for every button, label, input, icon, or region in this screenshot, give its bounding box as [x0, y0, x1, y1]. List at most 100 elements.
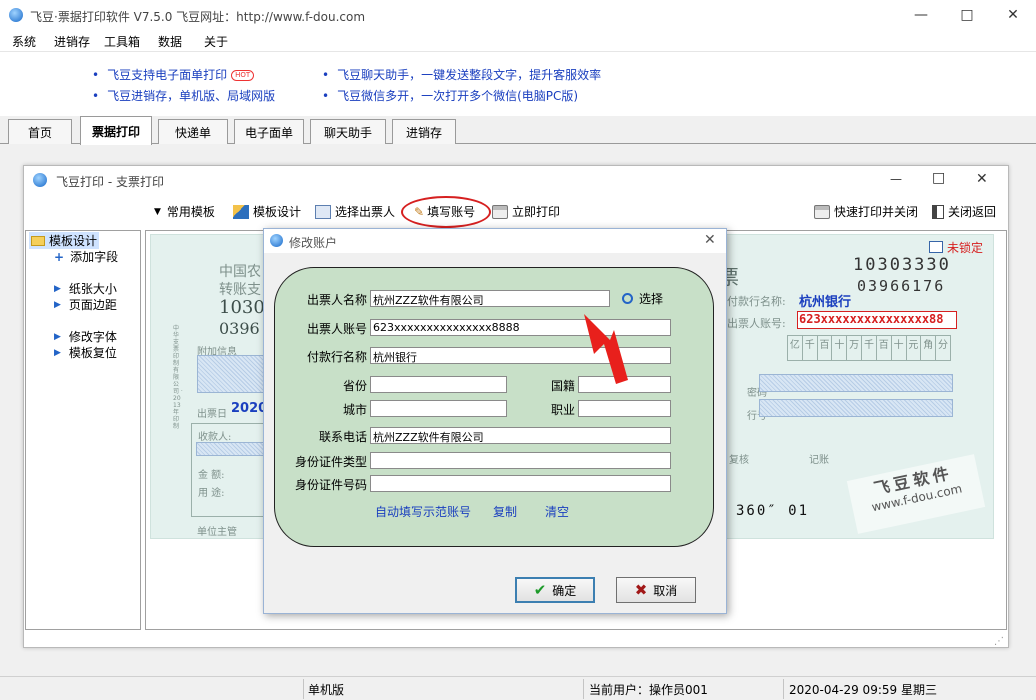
child-minimize-icon[interactable]: — [890, 172, 902, 186]
id-type-input[interactable] [370, 452, 671, 469]
digit-cell: 亿 [788, 336, 803, 360]
city-label: 城市 [342, 403, 367, 417]
app-title: 飞豆·票据打印软件 V7.5.0 飞豆网址：http://www.f-dou.c… [30, 10, 366, 24]
tab-inventory[interactable]: 进销存 [392, 119, 456, 144]
drawer-name-label: 出票人名称 [306, 293, 367, 307]
menu-bar: 系统 进销存 工具箱 数据 关于 [0, 30, 1036, 52]
bank-name-text: 中国农 [219, 264, 261, 280]
cheque-code-right: 03966176 [857, 277, 946, 295]
menu-inventory[interactable]: 进销存 [54, 33, 90, 50]
close-icon[interactable]: ✕ [990, 0, 1036, 30]
common-template-button[interactable]: ▼ 常用模板 [154, 203, 215, 220]
bank-row-box [759, 399, 953, 417]
exit-icon [932, 204, 944, 219]
lock-status[interactable]: 未锁定 [947, 239, 983, 256]
edit-account-dialog: 修改账户 ✕ 出票人名称 杭州ZZZ软件有限公司 选择 出票人账号 623xxx… [263, 228, 727, 614]
resize-grip-icon[interactable]: ⋰ [994, 636, 1004, 647]
menu-toolbox[interactable]: 工具箱 [104, 33, 140, 50]
toolbar: ▼ 常用模板 模板设计 选择出票人 ✎ 填写账号 立即打印 快速打印并关闭 关闭返回 [24, 194, 1008, 228]
tree-item-font[interactable]: ▶ 修改字体 [54, 328, 117, 345]
printer-side-text: 中华支票印制有限公司 · 2013年印制 [173, 325, 183, 430]
quick-print-close-button[interactable]: 快速打印并关闭 [814, 203, 918, 220]
close-return-button[interactable]: 关闭返回 [932, 203, 996, 220]
tree-item-margins[interactable]: ▶ 页面边距 [54, 296, 117, 313]
status-bar: 单机版 当前用户：操作员001 2020-04-29 09:59 星期三 [0, 676, 1036, 700]
promo-link-inventory[interactable]: 飞豆进销存，单机版、局域网版 [92, 87, 275, 104]
digit-cell: 万 [847, 336, 863, 360]
template-design-button[interactable]: 模板设计 [233, 203, 301, 220]
dialog-titlebar: 修改账户 ✕ [264, 229, 726, 253]
dialog-close-icon[interactable]: ✕ [704, 232, 716, 248]
drawer-account-label: 出票人账号: [727, 317, 786, 330]
tree-item-reset[interactable]: ▶ 模板复位 [54, 344, 117, 361]
hot-badge: HOT [231, 70, 255, 81]
payee-label: 收款人: [198, 432, 232, 443]
highlight-ellipse [401, 196, 491, 228]
child-close-icon[interactable]: ✕ [976, 171, 988, 187]
select-drawer-button[interactable]: 选择出票人 [315, 203, 395, 220]
tree-item-add-field[interactable]: + 添加字段 [54, 248, 118, 265]
menu-system[interactable]: 系统 [12, 33, 36, 50]
id-number-input[interactable] [370, 475, 671, 492]
attach-info-box [197, 355, 271, 393]
printer-icon [814, 204, 830, 219]
payer-bank-value: 杭州银行 [799, 295, 852, 310]
status-user: 当前用户：操作员001 [589, 683, 708, 697]
tab-ewaybill[interactable]: 电子面单 [234, 119, 304, 144]
tab-express[interactable]: 快递单 [158, 119, 228, 144]
child-maximize-icon[interactable]: □ [932, 170, 945, 186]
digit-cell: 百 [877, 336, 892, 360]
annotation-arrow-icon [584, 314, 628, 384]
tab-cheque-print[interactable]: 票据打印 [80, 116, 152, 145]
payee-box [196, 442, 268, 456]
province-label: 省份 [342, 379, 367, 393]
password-box [759, 374, 953, 392]
drawer-account-value[interactable]: 623xxxxxxxxxxxxxxx88 [797, 311, 957, 329]
search-icon [622, 293, 633, 304]
payer-bank-label: 付款行名称: [727, 295, 786, 308]
minimize-icon[interactable]: — [898, 0, 944, 30]
digit-cell: 千 [803, 336, 818, 360]
digit-cell: 角 [921, 336, 937, 360]
clear-link[interactable]: 清空 [545, 503, 569, 520]
occupation-input[interactable] [578, 400, 671, 417]
promo-link-waybill[interactable]: 飞豆支持电子面单打印HOT [92, 66, 255, 83]
promo-link-chat[interactable]: 飞豆聊天助手，一键发送整段文字，提升客服效率 [322, 66, 601, 83]
status-datetime: 2020-04-29 09:59 星期三 [789, 683, 937, 697]
drawer-name-input[interactable]: 杭州ZZZ软件有限公司 [370, 290, 610, 307]
amount-label: 金 额: [198, 470, 225, 481]
status-divider [303, 679, 304, 699]
cancel-button[interactable]: ✖ 取消 [616, 577, 696, 603]
arrow-right-icon: ▶ [54, 283, 61, 294]
template-tree: 模板设计 + 添加字段 ▶ 纸张大小 ▶ 页面边距 ▶ 修改字体 ▶ 模板复位 [25, 230, 141, 630]
ok-button[interactable]: ✔ 确定 [515, 577, 595, 603]
phone-input[interactable]: 杭州ZZZ软件有限公司 [370, 427, 671, 444]
print-now-button[interactable]: 立即打印 [492, 203, 560, 220]
promo-link-wechat[interactable]: 飞豆微信多开，一次打开多个微信(电脑PC版) [322, 87, 578, 104]
tree-folder-template-design[interactable]: 模板设计 [29, 232, 100, 249]
tab-home[interactable]: 首页 [8, 119, 72, 144]
autofill-sample-link[interactable]: 自动填写示范账号 [375, 503, 471, 520]
stub-box: 收款人: 金 额: 用 途: [191, 423, 273, 517]
status-edition: 单机版 [308, 683, 345, 697]
account-form: 出票人名称 杭州ZZZ软件有限公司 选择 出票人账号 623xxxxxxxxxx… [274, 267, 714, 547]
status-divider [783, 679, 784, 699]
menu-about[interactable]: 关于 [204, 33, 228, 50]
lock-icon[interactable] [929, 241, 943, 253]
design-icon [233, 204, 249, 219]
folder-icon [31, 235, 45, 246]
maximize-icon[interactable]: □ [944, 0, 990, 30]
select-drawer-link[interactable]: 选择 [622, 290, 663, 307]
plus-icon: + [54, 249, 65, 264]
tree-item-paper-size[interactable]: ▶ 纸张大小 [54, 280, 117, 297]
check-icon: ✔ [533, 581, 547, 599]
copy-link[interactable]: 复制 [493, 503, 517, 520]
tab-chat-helper[interactable]: 聊天助手 [310, 119, 386, 144]
app-logo-icon [9, 8, 23, 22]
pay-bank-label: 付款行名称 [306, 350, 367, 364]
window-logo-icon [33, 173, 47, 187]
watermark: 飞豆软件 www.f-dou.com [846, 454, 986, 534]
digit-cell: 百 [818, 336, 833, 360]
menu-data[interactable]: 数据 [158, 33, 182, 50]
cheque-code-left: 0396 [219, 319, 260, 338]
